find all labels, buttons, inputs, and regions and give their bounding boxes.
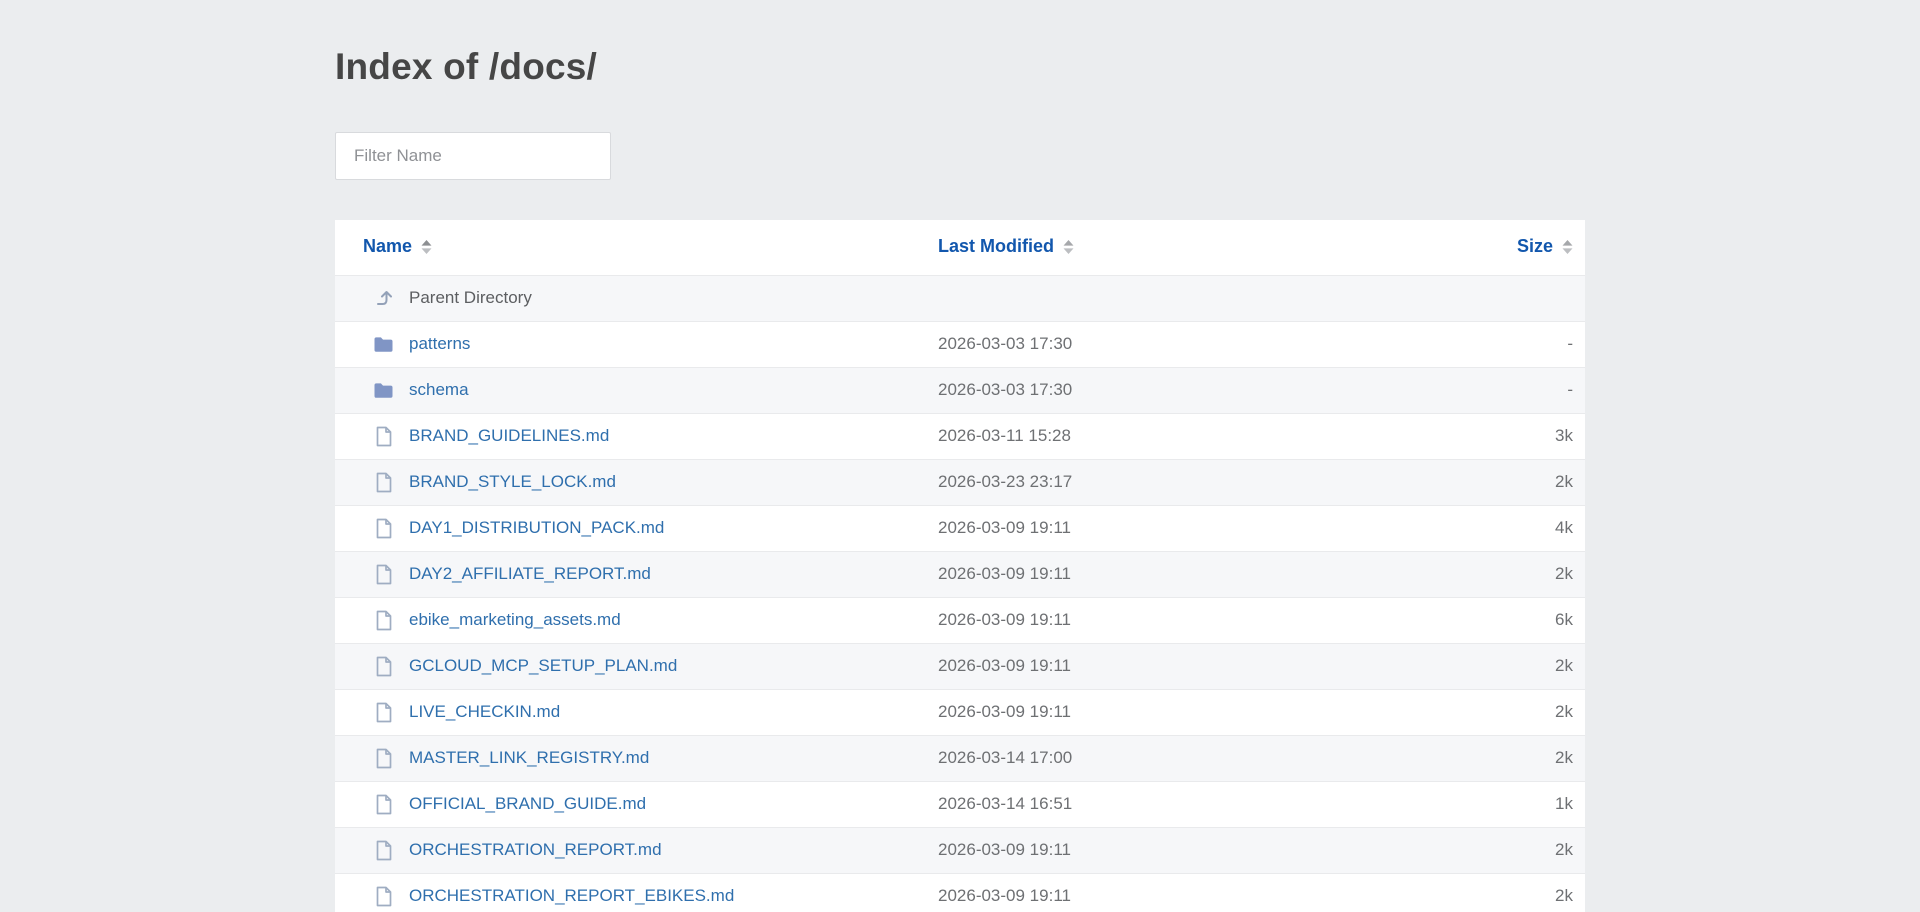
file-link[interactable]: BRAND_STYLE_LOCK.md	[409, 472, 616, 492]
parent-directory-label: Parent Directory	[409, 288, 532, 308]
file-size: 4k	[1438, 505, 1585, 551]
table-row: ebike_marketing_assets.md 2026-03-09 19:…	[335, 597, 1585, 643]
file-document-icon	[373, 518, 394, 539]
table-row: BRAND_STYLE_LOCK.md 2026-03-23 23:17 2k	[335, 459, 1585, 505]
table-header-row: Name Last Modified Size	[335, 220, 1585, 275]
modified-date: 2026-03-09 19:11	[938, 505, 1438, 551]
file-size: 3k	[1438, 413, 1585, 459]
file-size: 2k	[1438, 735, 1585, 781]
folder-link[interactable]: schema	[409, 380, 469, 400]
file-size: 2k	[1438, 873, 1585, 912]
folder-icon	[373, 381, 394, 400]
modified-date: 2026-03-09 19:11	[938, 689, 1438, 735]
file-document-icon	[373, 610, 394, 631]
page-title: Index of /docs/	[335, 0, 1585, 89]
file-size: 2k	[1438, 551, 1585, 597]
sort-up-down-icon	[1063, 238, 1074, 259]
sort-up-down-icon	[1562, 238, 1573, 259]
file-document-icon	[373, 794, 394, 815]
file-size: -	[1438, 367, 1585, 413]
table-row: BRAND_GUIDELINES.md 2026-03-11 15:28 3k	[335, 413, 1585, 459]
table-row: DAY1_DISTRIBUTION_PACK.md 2026-03-09 19:…	[335, 505, 1585, 551]
file-link[interactable]: MASTER_LINK_REGISTRY.md	[409, 748, 649, 768]
file-link[interactable]: GCLOUD_MCP_SETUP_PLAN.md	[409, 656, 677, 676]
modified-date: 2026-03-09 19:11	[938, 597, 1438, 643]
modified-date	[938, 275, 1438, 321]
file-document-icon	[373, 748, 394, 769]
modified-date: 2026-03-03 17:30	[938, 367, 1438, 413]
file-size: 2k	[1438, 459, 1585, 505]
table-row: OFFICIAL_BRAND_GUIDE.md 2026-03-14 16:51…	[335, 781, 1585, 827]
file-size: 1k	[1438, 781, 1585, 827]
file-document-icon	[373, 886, 394, 907]
file-document-icon	[373, 840, 394, 861]
column-header-name-label: Name	[363, 236, 412, 256]
table-row: GCLOUD_MCP_SETUP_PLAN.md 2026-03-09 19:1…	[335, 643, 1585, 689]
folder-icon	[373, 335, 394, 354]
file-listing-table: Name Last Modified Size	[335, 220, 1585, 912]
file-link[interactable]: DAY2_AFFILIATE_REPORT.md	[409, 564, 651, 584]
file-link[interactable]: OFFICIAL_BRAND_GUIDE.md	[409, 794, 646, 814]
column-header-size-label: Size	[1517, 236, 1553, 256]
modified-date: 2026-03-09 19:11	[938, 873, 1438, 912]
modified-date: 2026-03-23 23:17	[938, 459, 1438, 505]
file-link[interactable]: DAY1_DISTRIBUTION_PACK.md	[409, 518, 664, 538]
directory-index-page: Index of /docs/ Name Last Modified Size	[335, 0, 1585, 912]
file-link[interactable]: LIVE_CHECKIN.md	[409, 702, 560, 722]
file-size: -	[1438, 321, 1585, 367]
table-row: patterns 2026-03-03 17:30 -	[335, 321, 1585, 367]
file-link[interactable]: BRAND_GUIDELINES.md	[409, 426, 609, 446]
column-header-last-modified[interactable]: Last Modified	[938, 220, 1438, 275]
file-size: 2k	[1438, 827, 1585, 873]
table-row: ORCHESTRATION_REPORT.md 2026-03-09 19:11…	[335, 827, 1585, 873]
table-row: LIVE_CHECKIN.md 2026-03-09 19:11 2k	[335, 689, 1585, 735]
parent-directory-row[interactable]: Parent Directory	[335, 275, 1585, 321]
level-up-arrow-icon	[373, 288, 394, 308]
modified-date: 2026-03-09 19:11	[938, 551, 1438, 597]
file-document-icon	[373, 656, 394, 677]
file-document-icon	[373, 426, 394, 447]
column-header-size[interactable]: Size	[1438, 220, 1585, 275]
table-row: MASTER_LINK_REGISTRY.md 2026-03-14 17:00…	[335, 735, 1585, 781]
file-link[interactable]: ebike_marketing_assets.md	[409, 610, 621, 630]
folder-link[interactable]: patterns	[409, 334, 470, 354]
column-header-last-modified-label: Last Modified	[938, 236, 1054, 256]
modified-date: 2026-03-14 16:51	[938, 781, 1438, 827]
modified-date: 2026-03-09 19:11	[938, 827, 1438, 873]
file-size	[1438, 275, 1585, 321]
file-size: 2k	[1438, 643, 1585, 689]
column-header-name[interactable]: Name	[335, 220, 938, 275]
modified-date: 2026-03-14 17:00	[938, 735, 1438, 781]
file-document-icon	[373, 564, 394, 585]
file-link[interactable]: ORCHESTRATION_REPORT_EBIKES.md	[409, 886, 734, 906]
sort-up-down-icon	[421, 238, 432, 259]
table-row: DAY2_AFFILIATE_REPORT.md 2026-03-09 19:1…	[335, 551, 1585, 597]
file-rows: Parent Directory patterns 2026-03-03 17:…	[335, 275, 1585, 912]
file-size: 2k	[1438, 689, 1585, 735]
filter-name-input[interactable]	[335, 132, 611, 180]
table-row: ORCHESTRATION_REPORT_EBIKES.md 2026-03-0…	[335, 873, 1585, 912]
file-document-icon	[373, 702, 394, 723]
modified-date: 2026-03-03 17:30	[938, 321, 1438, 367]
table-row: schema 2026-03-03 17:30 -	[335, 367, 1585, 413]
file-link[interactable]: ORCHESTRATION_REPORT.md	[409, 840, 662, 860]
file-size: 6k	[1438, 597, 1585, 643]
modified-date: 2026-03-11 15:28	[938, 413, 1438, 459]
file-document-icon	[373, 472, 394, 493]
modified-date: 2026-03-09 19:11	[938, 643, 1438, 689]
